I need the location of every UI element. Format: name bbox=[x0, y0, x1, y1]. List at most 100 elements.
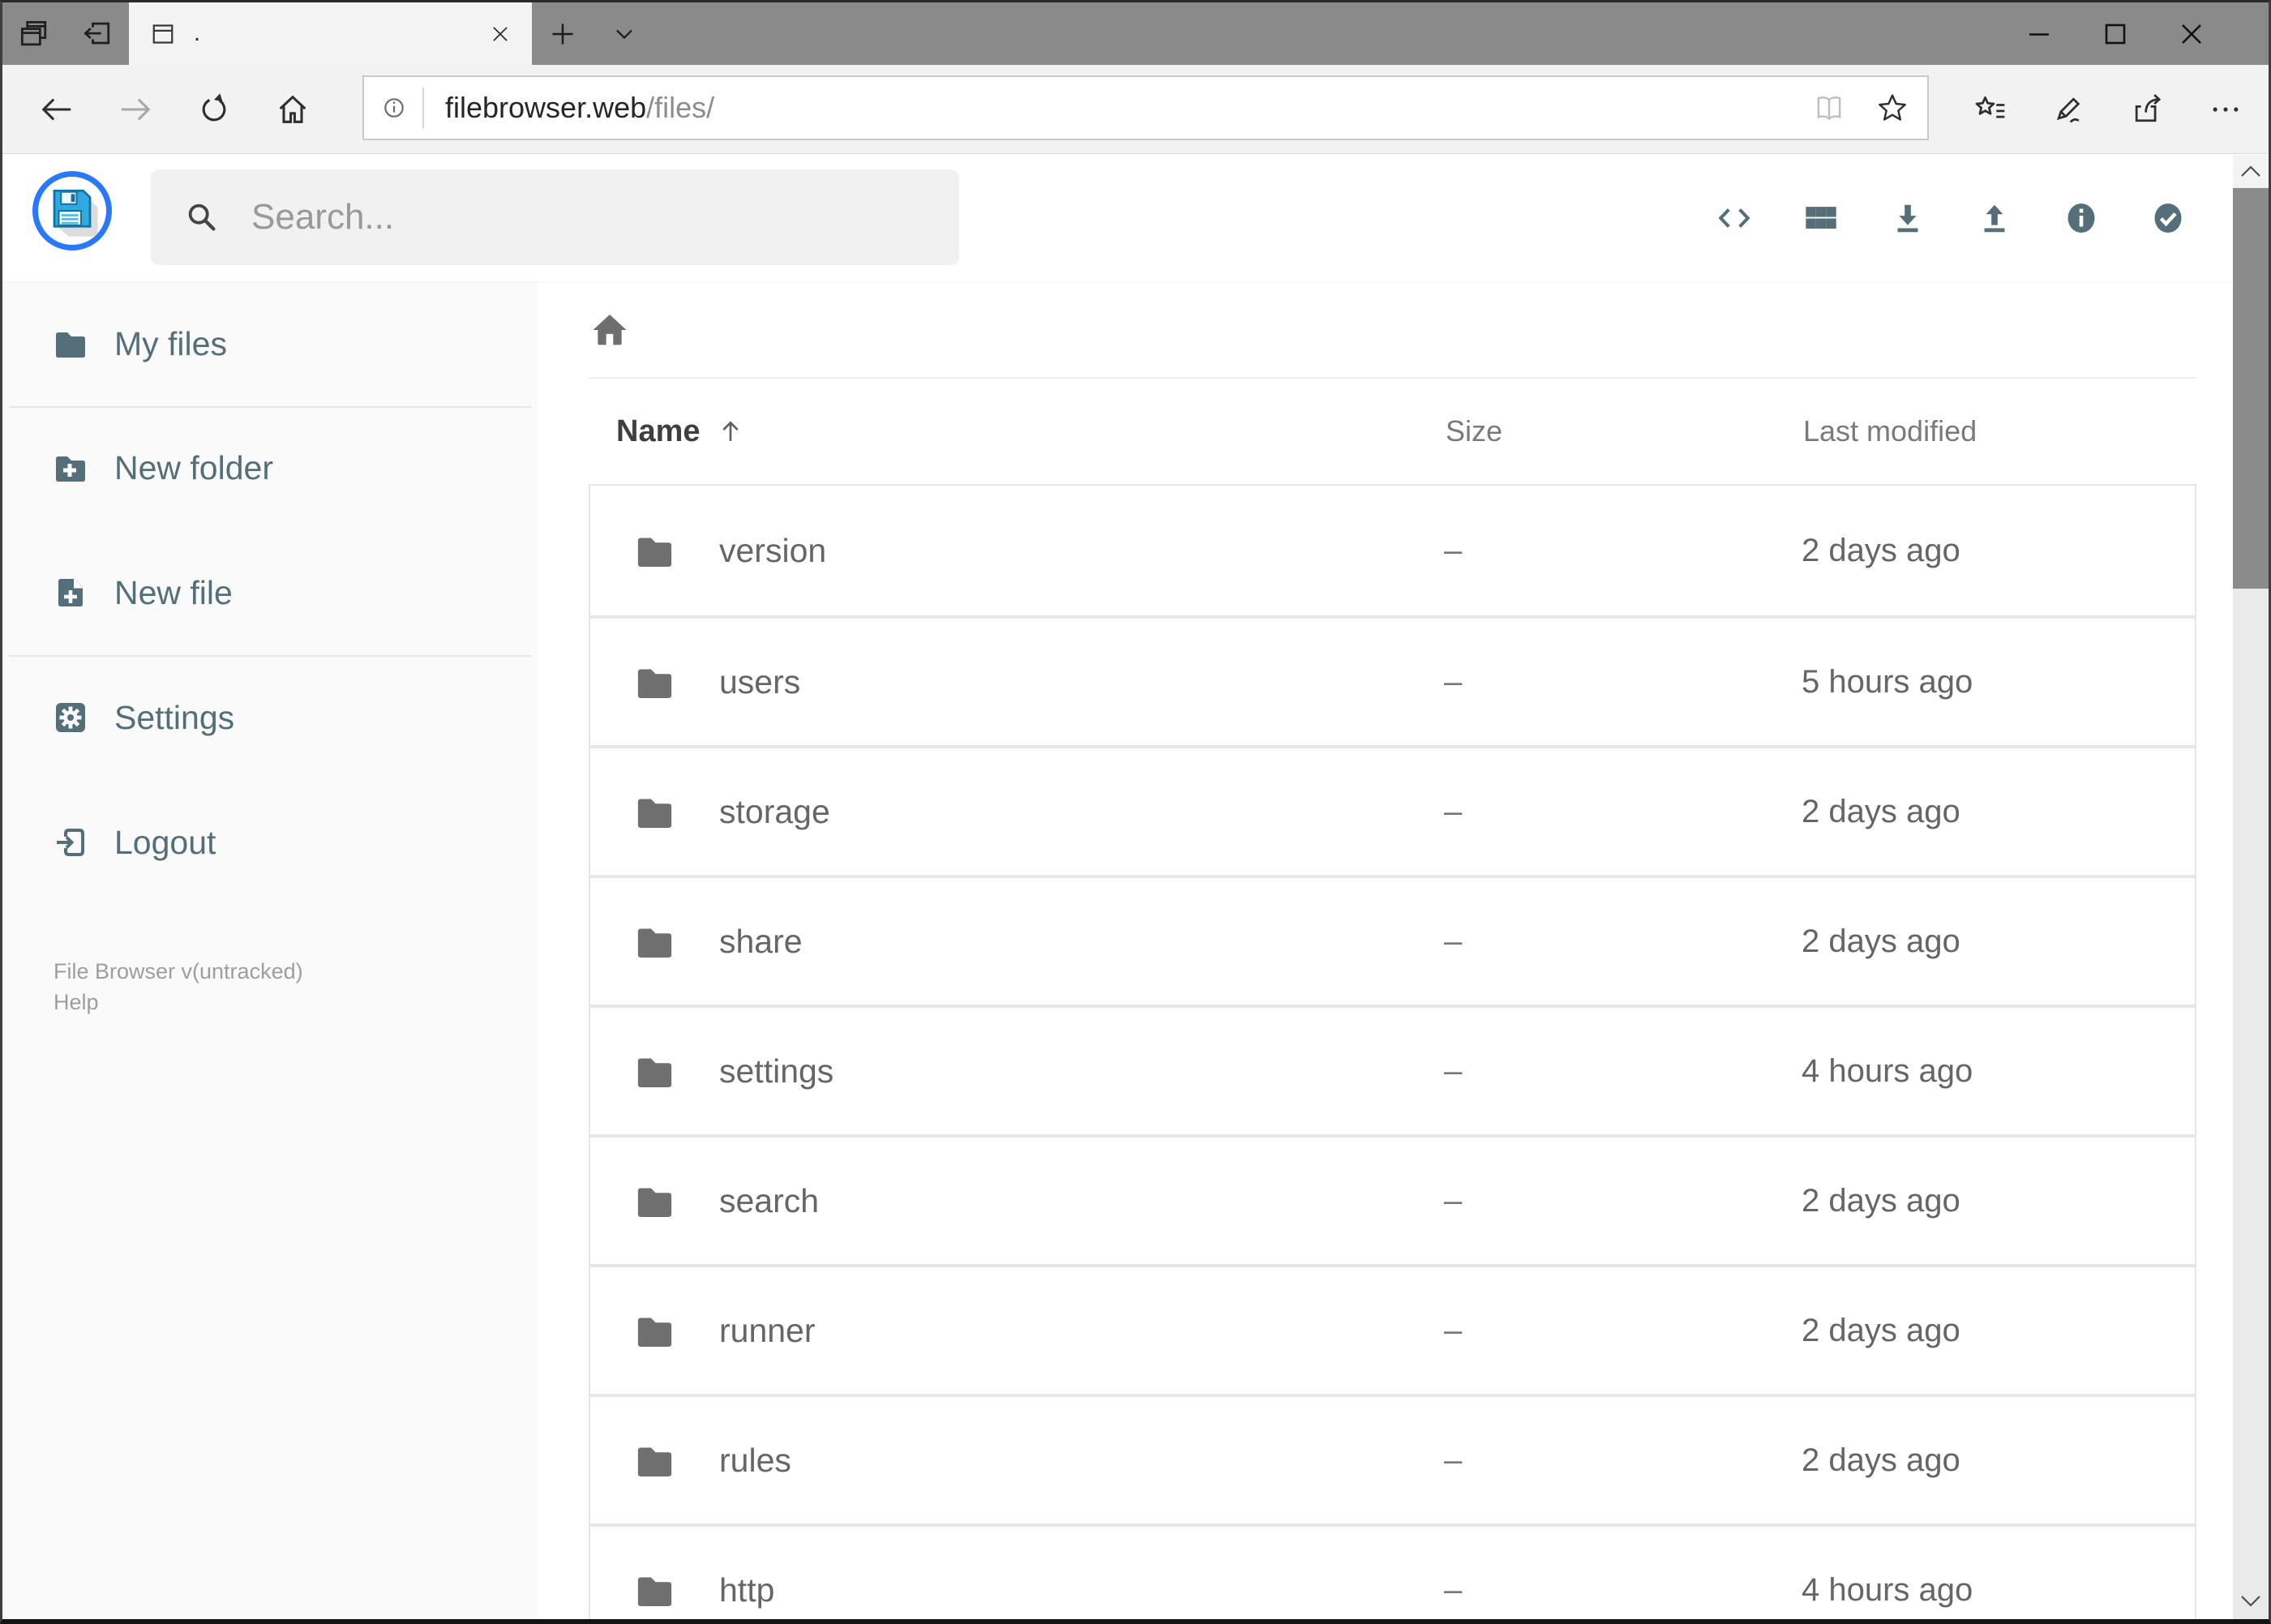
sort-asc-icon bbox=[722, 421, 739, 441]
file-size: – bbox=[1444, 1442, 1463, 1478]
home-icon bbox=[593, 315, 627, 345]
filebrowser-app: My files New folder bbox=[2, 155, 2233, 1619]
titlebar: . bbox=[2, 2, 2269, 65]
search-input[interactable] bbox=[250, 196, 940, 238]
folder-icon bbox=[56, 332, 85, 358]
file-row[interactable]: runner – 2 days ago bbox=[590, 1264, 2195, 1394]
grid-view-icon bbox=[1805, 207, 1836, 229]
minimize-button[interactable] bbox=[2001, 2, 2077, 65]
reading-view-button[interactable] bbox=[1812, 91, 1846, 125]
tab-close-button[interactable] bbox=[488, 22, 512, 46]
folder-icon bbox=[637, 928, 672, 958]
file-row[interactable]: users – 5 hours ago bbox=[590, 615, 2195, 745]
set-tabs-aside-icon bbox=[79, 16, 115, 52]
file-row[interactable]: settings – 4 hours ago bbox=[590, 1005, 2195, 1134]
search-box[interactable] bbox=[151, 169, 959, 265]
file-row[interactable]: version – 2 days ago bbox=[590, 486, 2195, 615]
file-size: – bbox=[1444, 1052, 1463, 1089]
file-modified: 2 days ago bbox=[1802, 923, 1960, 959]
folder-icon bbox=[637, 537, 672, 567]
column-header-name[interactable]: Name bbox=[589, 414, 1439, 449]
folder-icon bbox=[637, 1576, 672, 1606]
sidebar-item-settings[interactable]: Settings bbox=[2, 669, 538, 766]
sidebar: My files New folder New file Settings Lo… bbox=[2, 281, 538, 1619]
back-button[interactable] bbox=[17, 65, 96, 153]
site-info-icon[interactable] bbox=[379, 92, 409, 123]
forward-button[interactable] bbox=[96, 65, 174, 153]
column-header-size[interactable]: Size bbox=[1439, 414, 1800, 448]
folder-icon bbox=[637, 1446, 672, 1476]
download-button[interactable] bbox=[1864, 165, 1951, 271]
raw-code-button[interactable] bbox=[1690, 165, 1777, 271]
upload-button[interactable] bbox=[1951, 165, 2037, 271]
file-row[interactable]: search – 2 days ago bbox=[590, 1134, 2195, 1264]
address-bar[interactable]: filebrowser.web/files/ bbox=[362, 75, 1929, 140]
more-icon bbox=[2213, 106, 2238, 112]
browser-tab[interactable]: . bbox=[129, 2, 532, 65]
set-tabs-aside-button[interactable] bbox=[66, 2, 129, 65]
refresh-button[interactable] bbox=[174, 65, 253, 153]
maximize-button[interactable] bbox=[2077, 2, 2153, 65]
file-name: http bbox=[719, 1570, 775, 1609]
hub-button[interactable] bbox=[1950, 65, 2029, 153]
file-plus-icon bbox=[58, 578, 84, 606]
file-row[interactable]: rules – 2 days ago bbox=[590, 1394, 2195, 1523]
tab-preview-icon bbox=[16, 16, 52, 52]
info-button[interactable] bbox=[2037, 165, 2124, 271]
file-modified: 2 days ago bbox=[1802, 1182, 1960, 1219]
tab-title: . bbox=[194, 20, 201, 46]
scrollbar-thumb[interactable] bbox=[2233, 188, 2269, 589]
file-modified: 4 hours ago bbox=[1802, 1571, 1973, 1608]
grid-view-button[interactable] bbox=[1777, 165, 1864, 271]
share-icon bbox=[2135, 93, 2161, 122]
folder-icon bbox=[637, 668, 672, 698]
url-text[interactable]: filebrowser.web/files/ bbox=[445, 91, 1812, 125]
file-modified: 5 hours ago bbox=[1802, 663, 1973, 700]
help-link[interactable]: Help bbox=[54, 990, 99, 1014]
plus-icon bbox=[552, 24, 573, 44]
tab-preview-button[interactable] bbox=[2, 2, 66, 65]
file-row[interactable]: storage – 2 days ago bbox=[590, 745, 2195, 875]
more-button[interactable] bbox=[2186, 65, 2265, 153]
filebrowser-logo[interactable] bbox=[32, 171, 112, 251]
select-button[interactable] bbox=[2124, 165, 2211, 271]
info-circle-icon bbox=[2067, 204, 2094, 233]
listing-header: Name Size Last modified bbox=[589, 379, 2196, 484]
sidebar-item-new-folder[interactable]: New folder bbox=[2, 419, 538, 516]
file-size: – bbox=[1444, 1571, 1463, 1608]
app-version: File Browser v(untracked) bbox=[54, 959, 303, 983]
url-host: filebrowser.web bbox=[445, 91, 647, 124]
new-tab-button[interactable] bbox=[532, 2, 593, 65]
home-button[interactable] bbox=[253, 65, 332, 153]
file-name: rules bbox=[719, 1441, 791, 1479]
scrollbar-up-button[interactable] bbox=[2233, 155, 2269, 187]
file-name: users bbox=[719, 662, 801, 701]
back-icon bbox=[41, 97, 71, 121]
file-row[interactable]: http – 4 hours ago bbox=[590, 1523, 2195, 1619]
breadcrumb-home-button[interactable] bbox=[589, 309, 631, 351]
annotate-button[interactable] bbox=[2029, 65, 2107, 153]
file-row[interactable]: share – 2 days ago bbox=[590, 875, 2195, 1005]
page-scrollbar[interactable] bbox=[2233, 155, 2269, 1619]
column-header-modified[interactable]: Last modified bbox=[1800, 414, 2196, 448]
folder-icon bbox=[637, 1057, 672, 1087]
file-name: share bbox=[719, 922, 803, 960]
main-content: Name Size Last modified version – 2 days… bbox=[538, 281, 2233, 1619]
scrollbar-down-button[interactable] bbox=[2233, 1587, 2269, 1616]
folder-icon bbox=[637, 1317, 672, 1347]
logout-icon bbox=[57, 829, 84, 856]
file-size: – bbox=[1444, 532, 1463, 568]
tab-list-dropdown-button[interactable] bbox=[593, 2, 655, 65]
sidebar-item-logout[interactable]: Logout bbox=[2, 794, 538, 891]
add-favorite-button[interactable] bbox=[1875, 91, 1909, 125]
hub-icon bbox=[1975, 96, 2004, 118]
sidebar-item-my-files[interactable]: My files bbox=[2, 295, 538, 392]
file-modified: 2 days ago bbox=[1802, 1312, 1960, 1348]
file-modified: 2 days ago bbox=[1802, 532, 1960, 568]
close-button[interactable] bbox=[2153, 2, 2230, 65]
reading-view-icon bbox=[1817, 96, 1841, 121]
search-icon bbox=[183, 199, 221, 236]
sidebar-item-new-file[interactable]: New file bbox=[2, 544, 538, 641]
download-icon bbox=[1897, 204, 1917, 233]
share-button[interactable] bbox=[2107, 65, 2186, 153]
